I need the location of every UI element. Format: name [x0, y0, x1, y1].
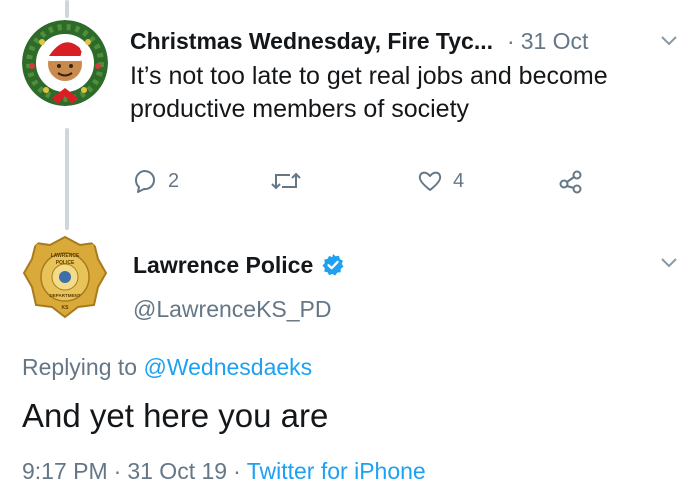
header-separator: · [507, 28, 515, 54]
author-name[interactable]: Christmas Wednesday, Fire Tyc... [130, 26, 493, 56]
thread-line-top [65, 0, 69, 18]
thread-line [65, 128, 69, 230]
svg-text:LAWRENCE: LAWRENCE [51, 253, 80, 259]
like-count: 4 [453, 169, 465, 192]
like-icon [418, 171, 442, 191]
share-icon [559, 170, 582, 194]
user-handle[interactable]: @LawrenceKS_PD [133, 294, 332, 324]
tweet-text: It’s not too late to get real jobs and b… [130, 62, 608, 123]
svg-text:DEPARTMENT: DEPARTMENT [50, 293, 81, 298]
replying-prefix: Replying to [22, 354, 144, 380]
tweet-date[interactable]: 31 Oct [521, 26, 589, 56]
author-name-police[interactable]: Lawrence Police [133, 250, 345, 280]
retweet-icon [271, 172, 301, 190]
wreath-avatar-image [22, 20, 108, 106]
avatar-police-badge[interactable]: LAWRENCE POLICE DEPARTMENT KS [22, 233, 108, 319]
reply-count: 2 [168, 169, 180, 192]
tweet-source[interactable]: Twitter for iPhone [247, 458, 426, 484]
meta-separator: · [113, 458, 122, 484]
chevron-down-icon[interactable] [660, 256, 678, 274]
tweet-time: 9:17 PM [22, 458, 108, 484]
verified-badge-icon [321, 253, 345, 277]
like-button[interactable]: 4 [417, 168, 464, 194]
police-badge-image: LAWRENCE POLICE DEPARTMENT KS [22, 235, 108, 319]
retweet-button[interactable] [270, 168, 302, 194]
tweet-header: Christmas Wednesday, Fire Tyc... · 31 Oc… [130, 26, 588, 56]
avatar-christmas-wreath[interactable] [22, 20, 108, 106]
tweet-metadata: 9:17 PM · 31 Oct 19 · Twitter for iPhone [22, 456, 426, 486]
replying-to-link[interactable]: @Wednesdaeks [143, 354, 312, 380]
svg-text:KS: KS [62, 305, 70, 311]
chevron-down-icon[interactable] [660, 34, 678, 52]
reply-icon [135, 170, 155, 193]
reply-button[interactable]: 2 [132, 168, 179, 194]
tweet-full-date: 31 Oct 19 [127, 458, 228, 484]
replying-to: Replying to @Wednesdaeks [22, 352, 312, 382]
svg-text:POLICE: POLICE [56, 260, 75, 266]
display-name[interactable]: Lawrence Police [133, 250, 313, 280]
meta-separator: · [233, 458, 241, 484]
share-button[interactable] [558, 168, 584, 194]
reply-tweet-text: And yet here you are [22, 397, 329, 434]
